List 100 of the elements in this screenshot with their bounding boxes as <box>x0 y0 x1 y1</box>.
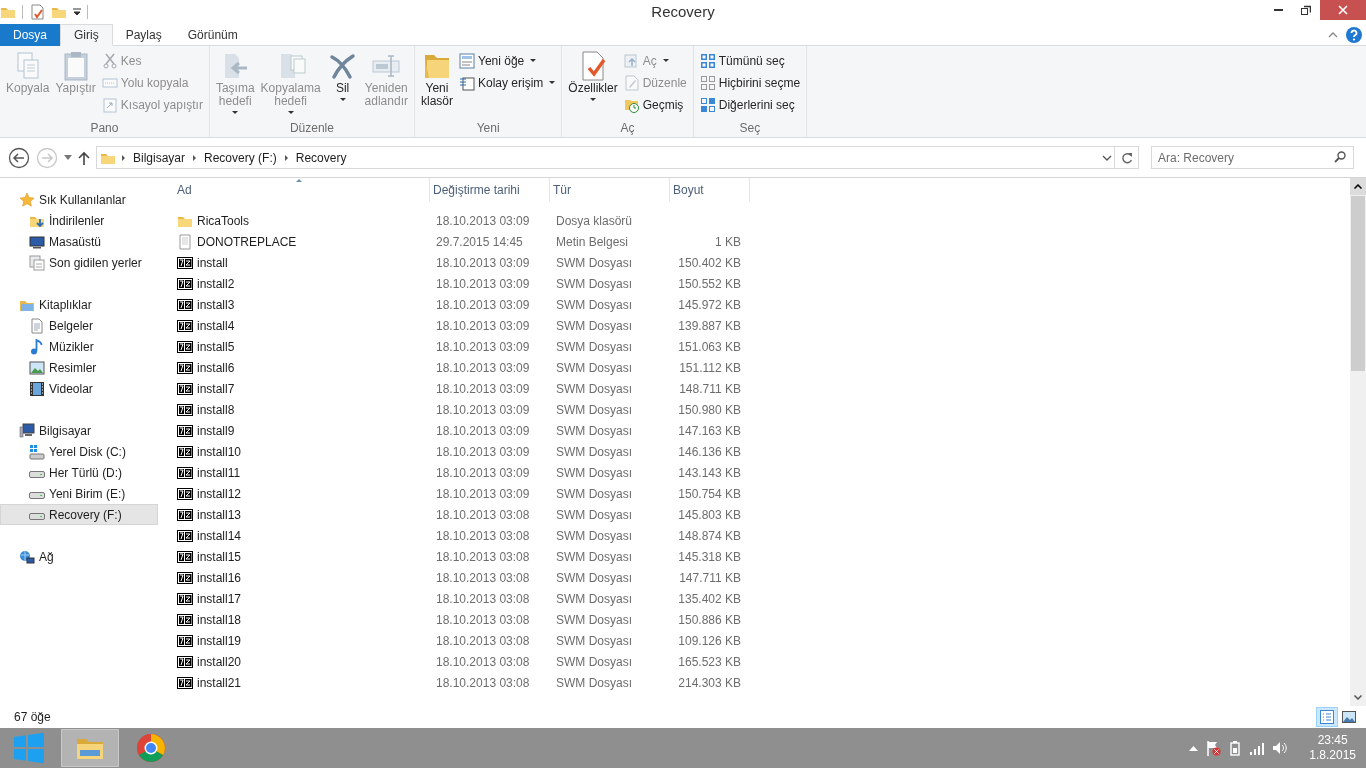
file-row[interactable]: install21 18.10.2013 03:08 SWM Dosyası 214.303 KB <box>158 672 1350 693</box>
file-row[interactable]: install8 18.10.2013 03:09 SWM Dosyası 150.980 KB <box>158 399 1350 420</box>
file-row[interactable]: install15 18.10.2013 03:08 SWM Dosyası 145.318 KB <box>158 546 1350 567</box>
file-row[interactable]: install16 18.10.2013 03:08 SWM Dosyası 147.711 KB <box>158 567 1350 588</box>
archive-file-icon <box>177 506 193 523</box>
archive-file-icon <box>177 569 193 586</box>
file-row[interactable]: install10 18.10.2013 03:09 SWM Dosyası 146.136 KB <box>158 441 1350 462</box>
up-button[interactable] <box>78 150 90 165</box>
file-row[interactable]: install19 18.10.2013 03:08 SWM Dosyası 109.126 KB <box>158 630 1350 651</box>
ribbon-button[interactable]: Geçmiş <box>621 94 689 115</box>
file-size: 150.754 KB <box>678 486 741 501</box>
column-header[interactable]: Değiştirme tarihi <box>430 178 550 202</box>
file-row[interactable]: install3 18.10.2013 03:09 SWM Dosyası 145.972 KB <box>158 294 1350 315</box>
modified-date: 18.10.2013 03:08 <box>436 507 530 522</box>
ribbon-button[interactable]: Yeni öğe <box>457 50 558 71</box>
navigation-item[interactable]: Recovery (F:) <box>0 504 158 525</box>
column-header[interactable]: Boyut <box>670 178 750 202</box>
ribbon-button[interactable]: Hiçbirini seçme <box>697 72 803 93</box>
file-row[interactable]: install 18.10.2013 03:09 SWM Dosyası 150.402 KB <box>158 252 1350 273</box>
properties-icon <box>29 4 45 20</box>
file-name: install12 <box>197 485 242 503</box>
navigation-item[interactable]: Yerel Disk (C:) <box>0 441 158 462</box>
archive-file-icon <box>177 401 193 418</box>
ribbon-tab[interactable]: Giriş <box>60 24 113 46</box>
file-row[interactable]: install13 18.10.2013 03:08 SWM Dosyası 145.803 KB <box>158 504 1350 525</box>
column-header[interactable]: Tür <box>550 178 670 202</box>
navigation-item[interactable]: Masaüstü <box>0 231 158 252</box>
file-type: SWM Dosyası <box>556 528 632 543</box>
file-type: Metin Belgesi <box>556 234 629 249</box>
file-row[interactable]: install5 18.10.2013 03:09 SWM Dosyası 151.063 KB <box>158 336 1350 357</box>
navigation-item[interactable]: Videolar <box>0 378 158 399</box>
ribbon-button[interactable]: Diğerlerini seç <box>697 94 803 115</box>
back-button[interactable] <box>8 146 30 169</box>
ribbon-tab[interactable]: Dosya <box>0 24 60 46</box>
archive-file-icon <box>177 653 193 670</box>
refresh-button[interactable] <box>1115 146 1139 169</box>
file-row[interactable]: install18 18.10.2013 03:08 SWM Dosyası 150.886 KB <box>158 609 1350 630</box>
file-row[interactable]: RicaTools 18.10.2013 03:09 Dosya klasörü <box>158 210 1350 231</box>
easy-access-icon <box>459 74 475 91</box>
navigation-item[interactable]: Yeni Birim (E:) <box>0 483 158 504</box>
restore-icon <box>1301 5 1311 15</box>
breadcrumb[interactable]: Recovery (F:) <box>202 148 279 167</box>
customize-button[interactable] <box>73 8 81 16</box>
file-row[interactable]: install14 18.10.2013 03:08 SWM Dosyası 148.874 KB <box>158 525 1350 546</box>
scrollbar[interactable] <box>1350 178 1366 706</box>
large-icons-view-icon <box>1342 710 1356 724</box>
column-header[interactable]: Ad <box>174 178 430 202</box>
file-row[interactable]: install4 18.10.2013 03:09 SWM Dosyası 139.887 KB <box>158 315 1350 336</box>
file-row[interactable]: install20 18.10.2013 03:08 SWM Dosyası 165.523 KB <box>158 651 1350 672</box>
file-row[interactable]: install11 18.10.2013 03:09 SWM Dosyası 143.143 KB <box>158 462 1350 483</box>
navigation-item[interactable]: Sık Kullanılanlar <box>0 189 158 210</box>
navigation-item[interactable]: Kitaplıklar <box>0 294 158 315</box>
ribbon-button[interactable]: Yeni klasör <box>418 48 455 119</box>
properties-button[interactable] <box>29 4 45 20</box>
ribbon-button[interactable]: Özellikler <box>566 48 620 119</box>
navigation-item[interactable]: Belgeler <box>0 315 158 336</box>
file-name: install15 <box>197 548 242 566</box>
taskbar-button[interactable] <box>61 729 119 767</box>
collapse-ribbon-button[interactable] <box>1328 31 1338 38</box>
file-type: Dosya klasörü <box>556 213 633 228</box>
archive-file-icon <box>177 527 193 544</box>
navigation-item[interactable]: Resimler <box>0 357 158 378</box>
new-item-icon <box>459 52 475 69</box>
ribbon-tab[interactable]: Paylaş <box>112 24 175 46</box>
ribbon-button[interactable]: Sil <box>324 48 361 119</box>
ribbon-tab[interactable]: Görünüm <box>174 24 251 46</box>
modified-date: 18.10.2013 03:09 <box>436 402 530 417</box>
navigation-item[interactable]: Müzikler <box>0 336 158 357</box>
file-type: SWM Dosyası <box>556 276 632 291</box>
navigation-item[interactable]: Her Türlü (D:) <box>0 462 158 483</box>
ribbon-button[interactable]: Kolay erişim <box>457 72 558 93</box>
address-field[interactable]: Bilgisayar Recovery (F:) Recovery <box>96 146 1115 169</box>
file-size: 145.318 KB <box>678 549 741 564</box>
breadcrumb[interactable]: Recovery <box>293 148 349 167</box>
modified-date: 18.10.2013 03:08 <box>436 528 530 543</box>
file-name: install9 <box>197 422 235 440</box>
file-row[interactable]: install17 18.10.2013 03:08 SWM Dosyası 135.402 KB <box>158 588 1350 609</box>
file-row[interactable]: install12 18.10.2013 03:09 SWM Dosyası 150.754 KB <box>158 483 1350 504</box>
file-row[interactable]: install6 18.10.2013 03:09 SWM Dosyası 151.112 KB <box>158 357 1350 378</box>
clock-time: 23:45 <box>1317 733 1348 748</box>
help-button[interactable] <box>1346 26 1362 43</box>
modified-date: 18.10.2013 03:08 <box>436 549 530 564</box>
clock-date: 1.8.2015 <box>1309 748 1356 763</box>
ribbon-button[interactable]: Tümünü seç <box>697 50 803 71</box>
file-row[interactable]: DONOTREPLACE 29.7.2015 14:45 Metin Belgesi 1 KB <box>158 231 1350 252</box>
file-row[interactable]: install7 18.10.2013 03:09 SWM Dosyası 148.711 KB <box>158 378 1350 399</box>
search-icon <box>1334 151 1346 163</box>
archive-file-icon <box>177 611 193 628</box>
view-button[interactable] <box>1316 707 1338 727</box>
archive-file-icon <box>177 674 193 691</box>
file-row[interactable]: install9 18.10.2013 03:09 SWM Dosyası 147.163 KB <box>158 420 1350 441</box>
breadcrumb[interactable]: Bilgisayar <box>131 148 188 167</box>
navigation-item[interactable]: Bilgisayar <box>0 420 158 441</box>
recent-locations-button[interactable] <box>64 155 72 160</box>
search-field[interactable]: Ara: Recovery <box>1151 146 1354 169</box>
navigation-item[interactable]: Son gidilen yerler <box>0 252 158 273</box>
navigation-item[interactable]: Ağ <box>0 546 158 567</box>
navigation-item[interactable]: İndirilenler <box>0 210 158 231</box>
show-hidden-icons-button[interactable] <box>1189 745 1199 751</box>
file-row[interactable]: install2 18.10.2013 03:09 SWM Dosyası 150.552 KB <box>158 273 1350 294</box>
